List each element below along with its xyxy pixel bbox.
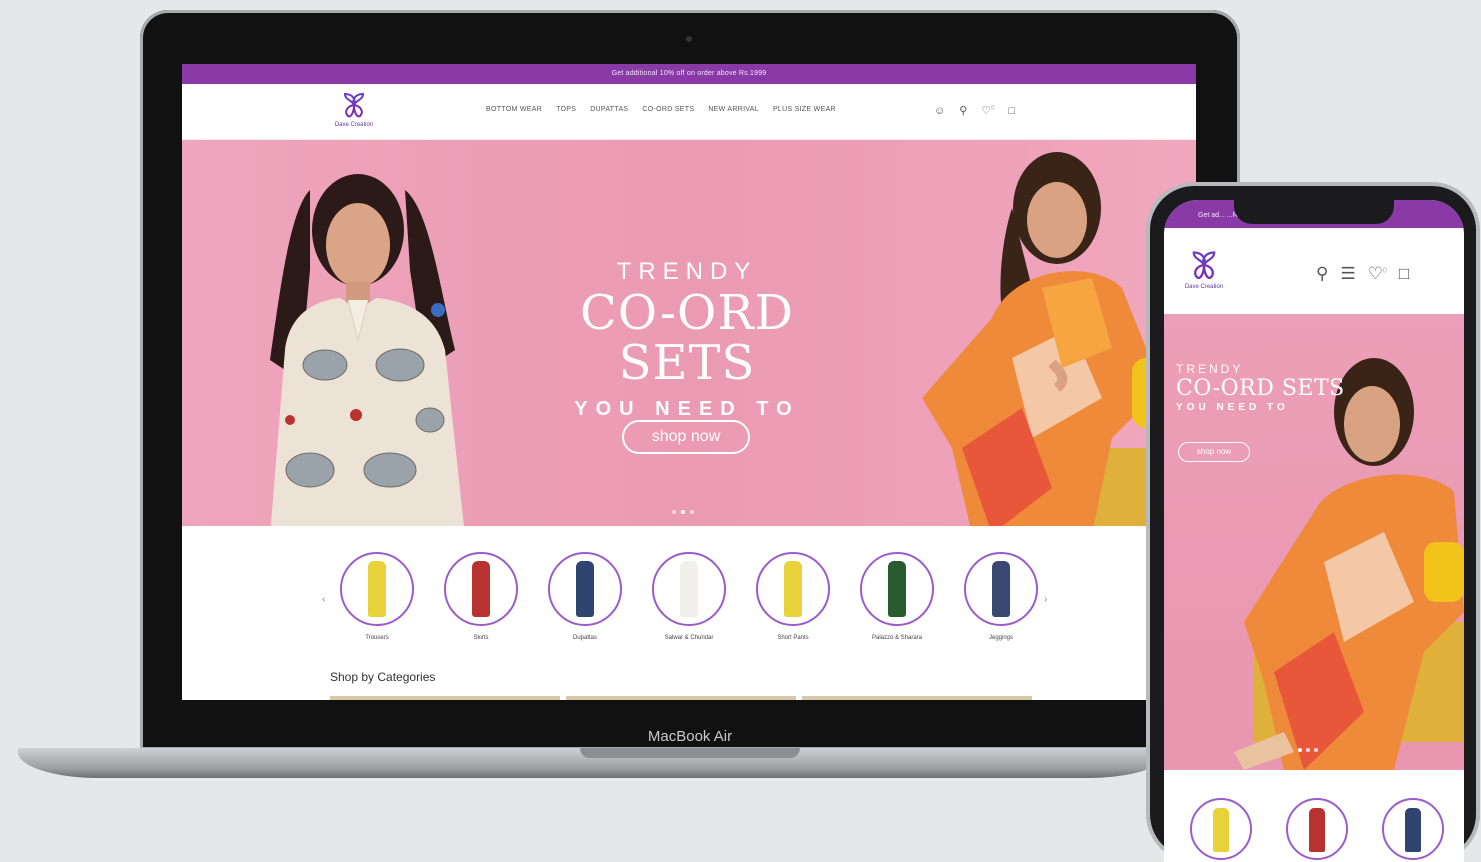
category-figure — [1213, 808, 1229, 852]
hero-subtitle: YOU NEED TO — [574, 398, 800, 420]
brand-name: Dave Creation — [334, 122, 374, 128]
category-image — [756, 552, 830, 626]
category-item[interactable] — [1190, 798, 1252, 860]
wishlist-count: 0 — [1382, 267, 1387, 275]
category-image — [340, 552, 414, 626]
category-tiles-peek — [330, 696, 1032, 700]
mobile-header: Dave Creation ⚲ ☰ ♡0 □ — [1164, 228, 1464, 314]
hero-title: CO-ORD SETS — [1176, 376, 1345, 401]
bag-icon[interactable]: □ — [1399, 264, 1409, 284]
category-image — [860, 552, 934, 626]
hero-title: CO-ORD SETS — [579, 285, 795, 391]
category-carousel: Trousers Skirts Dupattas Salwar & Churid… — [340, 552, 1038, 641]
carousel-dots — [1298, 748, 1318, 752]
category-figure — [888, 561, 906, 617]
category-tile[interactable] — [566, 696, 796, 700]
main-nav: BOTTOM WEAR TOPS DUPATTAS CO-ORD SETS NE… — [486, 106, 836, 113]
butterfly-logo-icon — [1192, 251, 1216, 280]
promo-banner: Get additional 10% off on order above Rs… — [182, 64, 1196, 84]
category-tile[interactable] — [802, 696, 1032, 700]
category-palazzo[interactable]: Palazzo & Sharara — [860, 552, 934, 641]
mobile-brand-logo[interactable]: Dave Creation — [1176, 248, 1232, 290]
category-figure — [992, 561, 1010, 617]
category-item[interactable] — [1382, 798, 1444, 860]
category-figure — [1405, 808, 1421, 852]
nav-co-ord-sets[interactable]: CO-ORD SETS — [642, 106, 694, 113]
mobile-category-carousel — [1190, 798, 1444, 860]
category-figure — [1309, 808, 1325, 852]
nav-tops[interactable]: TOPS — [556, 106, 576, 113]
hero-subtitle: YOU NEED TO — [1176, 402, 1289, 413]
carousel-dot[interactable] — [1306, 748, 1310, 752]
model-left-image — [270, 174, 464, 526]
category-image — [652, 552, 726, 626]
chevron-left-icon[interactable]: ‹ — [322, 594, 325, 605]
hero-banner[interactable]: TRENDY CO-ORD SETS YOU NEED TO shop now — [182, 140, 1196, 526]
category-label: Short Pants — [777, 635, 809, 641]
menu-icon[interactable]: ☰ — [1340, 264, 1355, 284]
category-short-pants[interactable]: Short Pants — [756, 552, 830, 641]
category-figure — [472, 561, 490, 617]
hero-kicker: TRENDY — [1176, 362, 1244, 376]
category-label: Salwar & Churidar — [664, 635, 714, 641]
hero-kicker: TRENDY — [616, 258, 758, 285]
chevron-right-icon[interactable]: › — [1044, 594, 1047, 605]
brand-logo[interactable]: Dave Creation — [332, 90, 376, 128]
category-figure — [680, 561, 698, 617]
site-header: Dave Creation BOTTOM WEAR TOPS DUPATTAS … — [182, 84, 1196, 140]
bag-icon[interactable]: □ — [1009, 105, 1016, 117]
nav-dupattas[interactable]: DUPATTAS — [590, 106, 628, 113]
category-trousers[interactable]: Trousers — [340, 552, 414, 641]
search-icon[interactable]: ⚲ — [959, 104, 967, 117]
category-label: Dupattas — [572, 635, 597, 641]
category-image — [548, 552, 622, 626]
mobile-hero-banner[interactable]: TRENDY CO-ORD SETS YOU NEED TO shop now — [1164, 314, 1464, 770]
carousel-dot[interactable] — [690, 510, 694, 514]
category-image — [444, 552, 518, 626]
category-salwar[interactable]: Salwar & Churidar — [652, 552, 726, 641]
nav-new-arrival[interactable]: NEW ARRIVAL — [708, 106, 759, 113]
desktop-site: Get additional 10% off on order above Rs… — [182, 64, 1196, 700]
carousel-dot-active[interactable] — [681, 510, 685, 514]
shop-now-button[interactable]: shop now — [622, 420, 750, 454]
brand-name: Dave Creation — [1184, 284, 1224, 290]
category-label: Jeggings — [988, 635, 1014, 641]
category-label: Trousers — [365, 635, 389, 641]
category-tile[interactable] — [330, 696, 560, 700]
carousel-dot[interactable] — [1314, 748, 1318, 752]
phone-notch — [1234, 198, 1394, 224]
user-icon[interactable]: ☺ — [934, 105, 945, 117]
carousel-dot-active[interactable] — [1298, 748, 1302, 752]
model-image — [1234, 358, 1464, 770]
laptop-hinge-notch — [580, 748, 800, 758]
carousel-dots — [672, 510, 694, 514]
heart-icon[interactable]: ♡0 — [981, 104, 994, 117]
mobile-site: Get ad... ...Rs.1999 Dave Creation ⚲ ☰ ♡… — [1164, 200, 1464, 862]
heart-icon[interactable]: ♡0 — [1368, 264, 1387, 284]
category-figure — [368, 561, 386, 617]
category-dupattas[interactable]: Dupattas — [548, 552, 622, 641]
header-icons: ☺ ⚲ ♡0 □ — [934, 104, 1016, 118]
section-title: Shop by Categories — [330, 670, 436, 684]
category-label: Skirts — [473, 635, 489, 641]
category-figure — [576, 561, 594, 617]
wishlist-count: 0 — [991, 105, 995, 112]
category-image — [964, 552, 1038, 626]
shop-now-button[interactable]: shop now — [1178, 442, 1250, 462]
category-label: Palazzo & Sharara — [871, 635, 923, 641]
butterfly-logo-icon — [343, 92, 365, 118]
mobile-header-icons: ⚲ ☰ ♡0 □ — [1316, 264, 1409, 284]
category-jeggings[interactable]: Jeggings — [964, 552, 1038, 641]
mobile-hero-copy: TRENDY CO-ORD SETS YOU NEED TO — [1176, 362, 1345, 413]
category-figure — [784, 561, 802, 617]
nav-bottom-wear[interactable]: BOTTOM WEAR — [486, 106, 542, 113]
carousel-dot[interactable] — [672, 510, 676, 514]
laptop-model-label: MacBook Air — [647, 728, 733, 745]
camera-dot — [686, 36, 692, 42]
category-item[interactable] — [1286, 798, 1348, 860]
category-skirts[interactable]: Skirts — [444, 552, 518, 641]
nav-plus-size[interactable]: PLUS SIZE WEAR — [773, 106, 836, 113]
hero-copy: TRENDY CO-ORD SETS YOU NEED TO — [512, 258, 862, 421]
search-icon[interactable]: ⚲ — [1316, 264, 1328, 284]
